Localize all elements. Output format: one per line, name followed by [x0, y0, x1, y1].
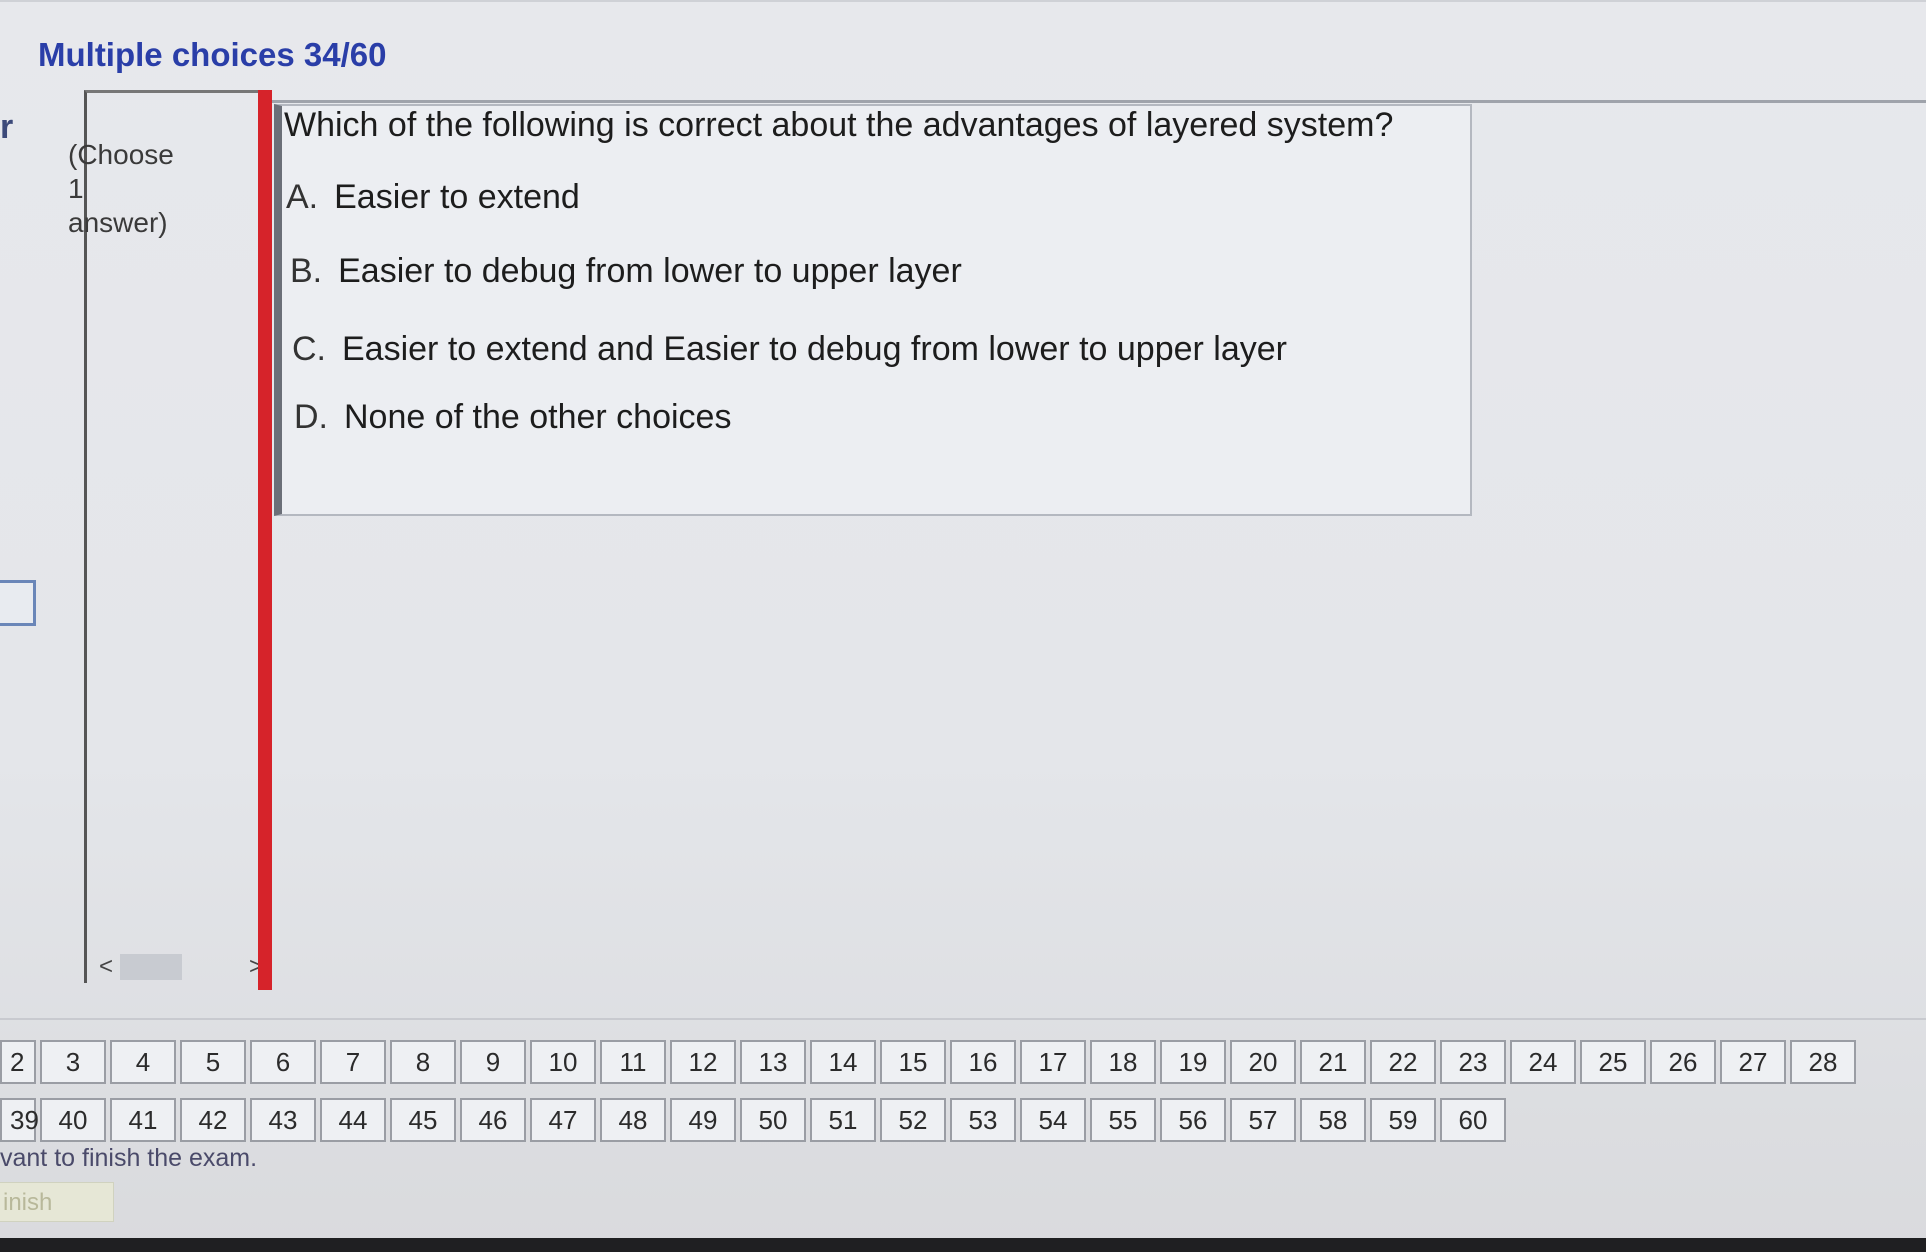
question-nav-button[interactable]: 15 — [880, 1040, 946, 1084]
option-letter: A. — [286, 178, 319, 216]
question-nav-button[interactable]: 45 — [390, 1098, 456, 1142]
question-nav-button[interactable]: 14 — [810, 1040, 876, 1084]
option-letter: B. — [290, 252, 323, 290]
option-d[interactable]: D. None of the other choices — [294, 398, 731, 437]
question-nav-button[interactable]: 23 — [1440, 1040, 1506, 1084]
question-nav-button[interactable]: 16 — [950, 1040, 1016, 1084]
question-nav-button[interactable]: 44 — [320, 1098, 386, 1142]
question-nav-button[interactable]: 55 — [1090, 1098, 1156, 1142]
question-nav-button[interactable]: 5 — [180, 1040, 246, 1084]
question-nav-button[interactable]: 39 — [0, 1098, 39, 1142]
scroll-left-icon[interactable]: < — [92, 953, 120, 981]
question-nav-button[interactable]: 50 — [740, 1098, 806, 1142]
question-nav-button[interactable]: 58 — [1300, 1098, 1366, 1142]
question-nav-button[interactable]: 26 — [1650, 1040, 1716, 1084]
option-a[interactable]: A. Easier to extend — [286, 178, 580, 217]
question-nav-button[interactable]: 21 — [1300, 1040, 1366, 1084]
option-text: Easier to debug from lower to upper laye… — [338, 252, 962, 290]
question-nav-button[interactable]: 42 — [180, 1098, 246, 1142]
question-navigator-row: 2 3 4 5 6 7 8 9 10 11 12 13 14 15 16 17 … — [0, 1040, 1860, 1084]
question-nav-button[interactable]: 46 — [460, 1098, 526, 1142]
question-nav-button[interactable]: 20 — [1230, 1040, 1296, 1084]
choose-answer-note: (Choose 1 answer) — [68, 138, 198, 240]
option-text: Easier to extend and Easier to debug fro… — [342, 330, 1287, 368]
question-nav-button[interactable]: 40 — [40, 1098, 106, 1142]
question-nav-button[interactable]: 9 — [460, 1040, 526, 1084]
question-nav-button[interactable]: 12 — [670, 1040, 736, 1084]
edge-label-fragment: r — [0, 108, 14, 146]
question-text: Which of the following is correct about … — [284, 106, 1394, 144]
header-divider — [270, 100, 1926, 103]
finish-button[interactable]: inish — [0, 1182, 114, 1222]
page-title: Multiple choices 34/60 — [38, 36, 387, 73]
question-nav-button[interactable]: 2 — [0, 1040, 36, 1084]
top-border — [0, 0, 1926, 2]
question-nav-button[interactable]: 41 — [110, 1098, 176, 1142]
question-panel — [274, 104, 1472, 516]
question-nav-button[interactable]: 18 — [1090, 1040, 1156, 1084]
question-nav-button[interactable]: 3 — [40, 1040, 106, 1084]
option-letter: D. — [294, 398, 328, 436]
scroll-thumb[interactable] — [120, 954, 182, 980]
question-nav-button[interactable]: 27 — [1720, 1040, 1786, 1084]
screen-bezel — [0, 1238, 1926, 1252]
question-nav-button[interactable]: 7 — [320, 1040, 386, 1084]
question-nav-button[interactable]: 51 — [810, 1098, 876, 1142]
question-nav-button[interactable]: 57 — [1230, 1098, 1296, 1142]
question-nav-button[interactable]: 10 — [530, 1040, 596, 1084]
choose-note-line: (Choose — [68, 139, 174, 170]
splitter-bar[interactable] — [258, 90, 272, 990]
question-nav-button[interactable]: 53 — [950, 1098, 1016, 1142]
question-nav-button[interactable]: 56 — [1160, 1098, 1226, 1142]
question-nav-button[interactable]: 60 — [1440, 1098, 1506, 1142]
question-nav-button[interactable]: 48 — [600, 1098, 666, 1142]
question-nav-button[interactable]: 13 — [740, 1040, 806, 1084]
finish-hint-text: vant to finish the exam. — [0, 1144, 258, 1172]
question-nav-button[interactable]: 52 — [880, 1098, 946, 1142]
question-navigator-row: 39 40 41 42 43 44 45 46 47 48 49 50 51 5… — [0, 1098, 1510, 1142]
question-nav-button[interactable]: 8 — [390, 1040, 456, 1084]
edge-checkbox[interactable] — [0, 580, 36, 626]
question-nav-button[interactable]: 22 — [1370, 1040, 1436, 1084]
question-nav-button[interactable]: 59 — [1370, 1098, 1436, 1142]
question-nav-button[interactable]: 49 — [670, 1098, 736, 1142]
option-text: None of the other choices — [344, 398, 732, 436]
question-nav-button[interactable]: 6 — [250, 1040, 316, 1084]
question-nav-button[interactable]: 43 — [250, 1098, 316, 1142]
choose-note-line: answer) — [68, 207, 168, 238]
option-text: Easier to extend — [334, 178, 580, 216]
question-nav-button[interactable]: 28 — [1790, 1040, 1856, 1084]
question-nav-button[interactable]: 54 — [1020, 1098, 1086, 1142]
question-nav-button[interactable]: 11 — [600, 1040, 666, 1084]
question-nav-button[interactable]: 17 — [1020, 1040, 1086, 1084]
choose-note-line: 1 — [68, 173, 84, 204]
question-nav-button[interactable]: 24 — [1510, 1040, 1576, 1084]
horizontal-scrollbar[interactable]: < > — [92, 950, 272, 984]
question-nav-button[interactable]: 4 — [110, 1040, 176, 1084]
navigator-divider — [0, 1018, 1926, 1020]
option-b[interactable]: B. Easier to debug from lower to upper la… — [290, 252, 962, 291]
option-letter: C. — [292, 330, 326, 368]
question-nav-button[interactable]: 19 — [1160, 1040, 1226, 1084]
option-c[interactable]: C. Easier to extend and Easier to debug f… — [292, 330, 1287, 369]
question-nav-button[interactable]: 47 — [530, 1098, 596, 1142]
question-nav-button[interactable]: 25 — [1580, 1040, 1646, 1084]
